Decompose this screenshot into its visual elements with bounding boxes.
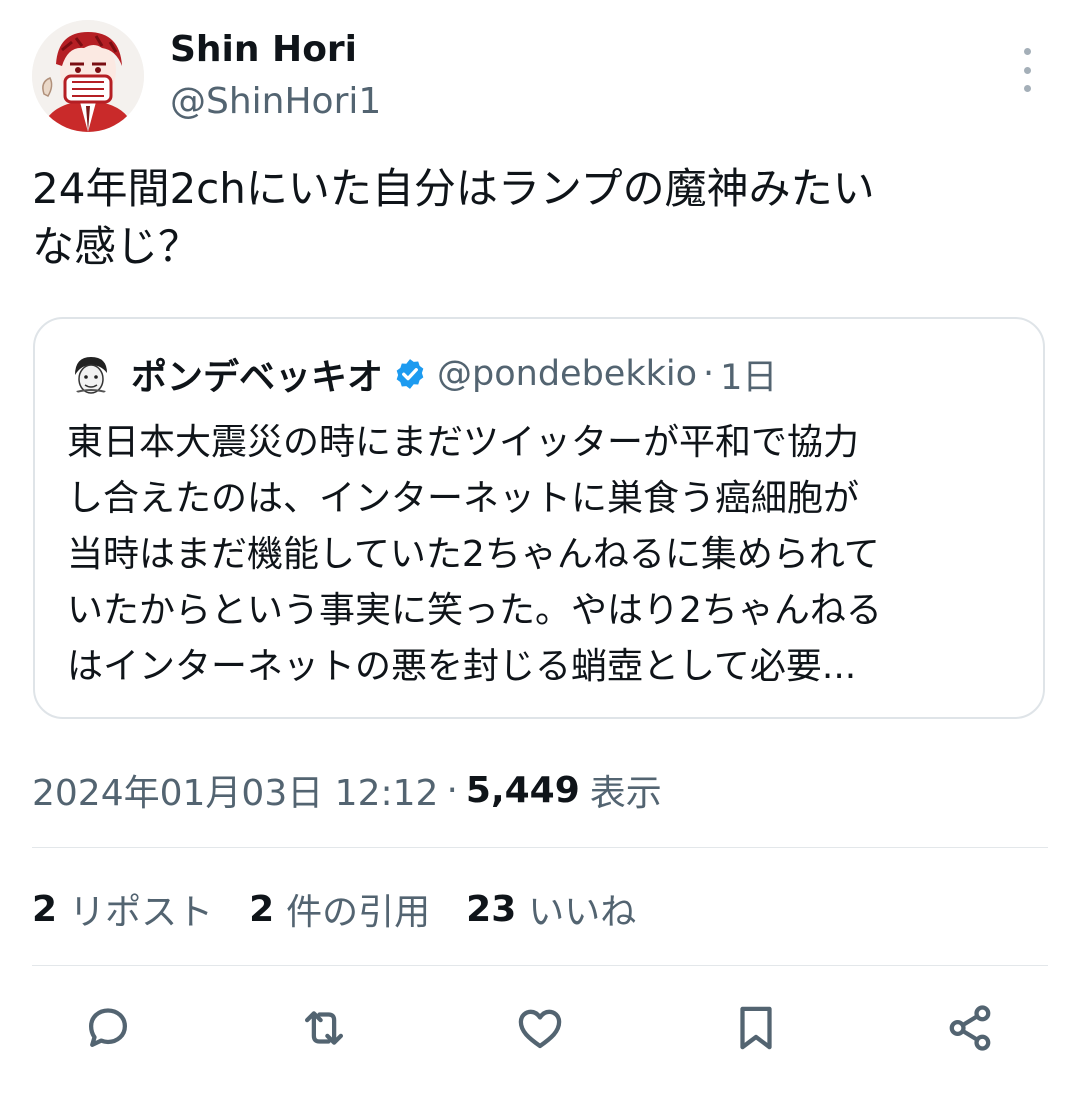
quote-separator: · xyxy=(703,354,715,394)
stat-likes[interactable]: 23 いいね xyxy=(466,883,636,935)
divider xyxy=(32,847,1048,848)
action-bar xyxy=(0,995,1080,1061)
like-icon xyxy=(518,1009,562,1049)
views-count[interactable]: 5,449 xyxy=(466,770,580,811)
reply-icon xyxy=(88,1008,128,1048)
avatar-face-icon xyxy=(69,353,113,397)
share-icon xyxy=(949,1005,991,1051)
bookmark-button[interactable] xyxy=(723,995,789,1061)
author-handle[interactable]: @ShinHori1 xyxy=(170,80,381,124)
engagement-stats: 2 リポスト 2 件の引用 23 いいね xyxy=(32,884,672,934)
bookmark-icon xyxy=(740,1006,772,1050)
quote-author-name[interactable]: ポンデベッキオ xyxy=(131,348,383,400)
divider xyxy=(32,965,1048,966)
tweet-timestamp[interactable]: 2024年01月03日 12:12 xyxy=(32,764,438,816)
stat-count: 23 xyxy=(466,888,517,930)
stat-quotes[interactable]: 2 件の引用 xyxy=(249,883,430,935)
views-label: 表示 xyxy=(589,773,662,814)
quote-text-line: はインターネットの悪を封じる蛸壺として必要... xyxy=(67,646,857,687)
author-avatar[interactable] xyxy=(32,20,144,132)
quote-text-line: し合えたのは、インターネットに巣食う癌細胞が xyxy=(67,478,860,519)
more-dot xyxy=(1023,48,1031,55)
quoted-tweet-card[interactable]: ポンデベッキオ @pondebekkio · 1日 東日本大震災の時にまだツイッ… xyxy=(33,317,1045,719)
verified-badge-icon xyxy=(396,359,424,389)
stat-label: いいね xyxy=(528,892,637,933)
stat-label: リポスト xyxy=(69,892,214,933)
tweet-text-line: 24年間2chにいた自分はランプの魔神みたい xyxy=(32,164,875,213)
quote-text-line: 当時はまだ機能していた2ちゃんねるに集められて xyxy=(67,534,880,575)
quote-text-line: 東日本大震災の時にまだツイッターが平和で協力 xyxy=(67,422,860,463)
more-vertical-icon[interactable] xyxy=(1010,48,1044,92)
stat-count: 2 xyxy=(32,888,58,930)
retweet-icon xyxy=(304,1011,344,1045)
stat-label: 件の引用 xyxy=(286,892,431,933)
stat-reposts[interactable]: 2 リポスト xyxy=(32,883,213,935)
reply-button[interactable] xyxy=(75,995,141,1061)
stat-count: 2 xyxy=(249,888,275,930)
tweet-text-line: な感じ？ xyxy=(32,222,201,271)
quote-header: ポンデベッキオ @pondebekkio · 1日 xyxy=(131,349,1023,399)
more-dot xyxy=(1023,66,1031,74)
meta-separator: · xyxy=(446,769,458,811)
quote-text: 東日本大震災の時にまだツイッターが平和で協力 し合えたのは、インターネットに巣食… xyxy=(67,415,1027,695)
tweet-meta: 2024年01月03日 12:12 · 5,449 表示 xyxy=(32,762,662,818)
tweet-text: 24年間2chにいた自分はランプの魔神みたい な感じ？ xyxy=(32,160,1042,276)
avatar-illustration-icon xyxy=(32,20,144,132)
share-button[interactable] xyxy=(937,995,1003,1061)
more-dot xyxy=(1023,85,1031,92)
retweet-button[interactable] xyxy=(291,995,357,1061)
like-button[interactable] xyxy=(507,995,573,1061)
quote-author-handle[interactable]: @pondebekkio xyxy=(437,354,697,394)
author-display-name[interactable]: Shin Hori xyxy=(170,28,357,72)
quote-author-avatar xyxy=(69,353,113,397)
quote-time[interactable]: 1日 xyxy=(720,349,777,400)
quote-text-line: いたからという事実に笑った。やはり2ちゃんねる xyxy=(67,590,882,631)
